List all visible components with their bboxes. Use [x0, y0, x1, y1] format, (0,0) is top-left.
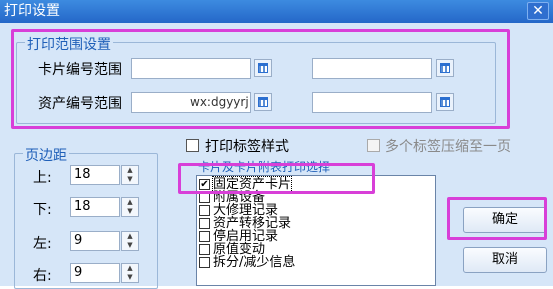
attach-item-checkbox[interactable]	[199, 257, 210, 268]
top-margin-label: 上:	[33, 170, 52, 186]
print-label-style-label: 打印标签样式	[205, 139, 289, 155]
attach-list-highlight	[178, 163, 375, 194]
attach-item-checkbox[interactable]	[199, 218, 210, 229]
margins-legend: 页边距	[23, 145, 69, 165]
print-range-highlight	[11, 29, 510, 129]
right-margin-label: 右:	[33, 268, 52, 284]
left-margin-label: 左:	[33, 236, 52, 252]
left-margin-input[interactable]: 9	[70, 231, 120, 251]
print-label-style-checkbox[interactable]	[186, 139, 199, 152]
close-icon: ✕	[532, 3, 544, 19]
cancel-button[interactable]: 取消	[463, 247, 547, 273]
multi-label-compress-checkbox[interactable]	[367, 139, 380, 152]
bottom-margin-input[interactable]: 18	[70, 197, 120, 217]
attach-item-checkbox[interactable]	[199, 231, 210, 242]
bottom-margin-label: 下:	[33, 202, 52, 218]
attach-item-checkbox[interactable]	[199, 205, 210, 216]
left-margin-spinner[interactable]: ▲ ▼	[121, 231, 139, 251]
window-title: 打印设置	[4, 3, 60, 19]
right-margin-input[interactable]: 9	[70, 263, 120, 283]
dialog-body: 打印范围设置 卡片编号范围 资产编号范围 wx:dgyyrj 页边距 上: 18…	[0, 23, 553, 289]
ok-button-highlight	[447, 197, 547, 240]
attach-item-checkbox[interactable]	[199, 244, 210, 255]
close-button[interactable]: ✕	[527, 2, 549, 20]
attach-list-item[interactable]: 拆分/减少信息	[197, 256, 435, 269]
right-margin-spinner[interactable]: ▲ ▼	[121, 263, 139, 283]
attach-item-label: 拆分/减少信息	[213, 255, 296, 270]
bottom-margin-spinner[interactable]: ▲ ▼	[121, 197, 139, 217]
top-margin-spinner[interactable]: ▲ ▼	[121, 165, 139, 185]
top-margin-input[interactable]: 18	[70, 165, 120, 185]
multi-label-compress-label: 多个标签压缩至一页	[385, 139, 511, 155]
title-bar: 打印设置 ✕	[0, 0, 553, 23]
